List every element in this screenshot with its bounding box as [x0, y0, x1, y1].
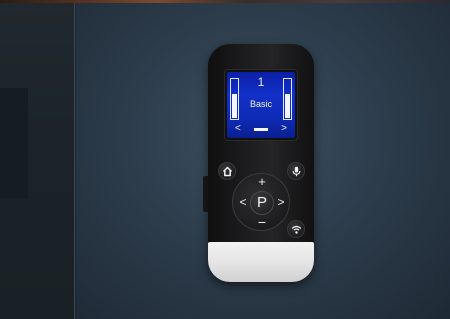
left-panel-shade — [0, 88, 28, 198]
remote-control: 1 Basic < > + < > − P — [208, 44, 314, 282]
program-number: 1 — [257, 75, 265, 89]
volume-down-button[interactable]: − — [255, 215, 269, 230]
remote-base — [208, 242, 314, 282]
microphone-button[interactable] — [287, 162, 305, 180]
screen-nav-right: > — [281, 123, 287, 134]
home-icon — [222, 166, 232, 177]
screen-display: 1 Basic < > — [227, 72, 295, 138]
home-button[interactable] — [218, 162, 236, 180]
screen-nav-indicator — [254, 128, 268, 131]
directional-pad: + < > − P — [232, 173, 290, 231]
previous-program-button[interactable]: < — [236, 196, 250, 210]
wireless-button[interactable] — [287, 220, 305, 238]
microphone-icon — [292, 166, 300, 177]
screen-navigation: < > — [227, 123, 295, 135]
program-button[interactable]: P — [250, 191, 274, 215]
volume-up-button[interactable]: + — [255, 175, 269, 190]
left-side-panel — [0, 3, 75, 319]
screen-nav-left: < — [235, 123, 241, 134]
next-program-button[interactable]: > — [274, 196, 288, 210]
wireless-icon — [291, 225, 301, 234]
program-name: Basic — [249, 99, 272, 109]
remote-screen: 1 Basic < > — [224, 69, 298, 141]
